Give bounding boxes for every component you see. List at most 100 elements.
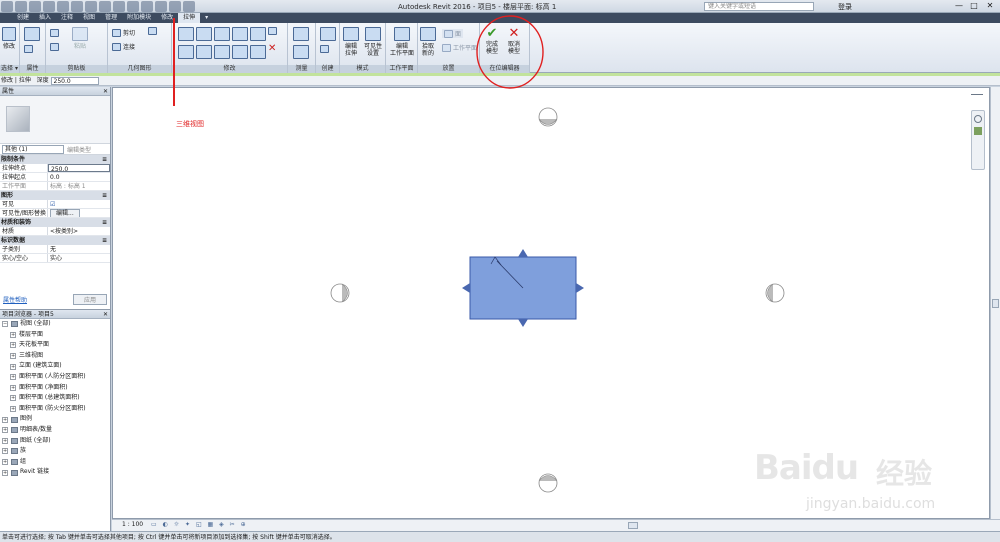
drag-arrow-bottom-icon[interactable] (518, 319, 528, 327)
redo-icon[interactable] (57, 1, 69, 12)
thin-lines-icon[interactable] (155, 1, 167, 12)
tab-manage[interactable]: 管理 (100, 13, 122, 23)
edit-extrusion-button[interactable]: 编辑 拉伸 (343, 27, 359, 57)
viewcube-icon[interactable] (971, 94, 983, 100)
browser-node[interactable]: + 族 (0, 446, 110, 457)
browser-node[interactable]: + 面积平面 (防火分区面积) (0, 404, 110, 415)
drag-arrow-left-icon[interactable] (462, 283, 470, 293)
join-geometry-button[interactable]: 连接 (112, 42, 135, 51)
section-icon[interactable] (141, 1, 153, 12)
browser-node[interactable]: + 图纸 (全部) (0, 436, 110, 447)
elevation-marker-north[interactable] (538, 107, 558, 127)
tab-view[interactable]: 视图 (78, 13, 100, 23)
geometry-extra-button[interactable] (148, 27, 157, 37)
browser-node[interactable]: − 视图 (全部) (0, 319, 110, 330)
split-button[interactable] (250, 27, 266, 43)
minimize-button[interactable]: — (952, 1, 966, 11)
align-button[interactable] (178, 27, 194, 43)
measure-icon[interactable] (85, 1, 97, 12)
copy-button[interactable] (50, 29, 59, 39)
prop-row[interactable]: 可见 ☑ (0, 200, 110, 209)
vertical-scroll-thumb[interactable] (992, 299, 999, 308)
prop-row[interactable]: 可见性/图形替换 编辑... (0, 209, 110, 218)
browser-node[interactable]: + 楼层平面 (0, 330, 110, 341)
view-controls-icons[interactable]: ▭ ◐ ☼ ✦ ◱ ▦ ◈ ✂ ⊕ (151, 519, 248, 531)
create-similar-button[interactable] (320, 45, 329, 55)
category-materials[interactable]: 材质和装饰 ≡ (0, 218, 110, 227)
expand-icon[interactable]: + (2, 427, 8, 434)
tab-extrusion[interactable]: 拉伸 (178, 13, 201, 23)
rotate-button[interactable] (214, 45, 230, 61)
prop-row[interactable]: 拉伸起点 0.0 (0, 173, 110, 182)
open-icon[interactable] (15, 1, 27, 12)
panel-label-select[interactable]: 选择 ▾ (0, 65, 19, 73)
cut-geometry-button[interactable]: 剪切 (112, 28, 135, 37)
edit-visibility-button[interactable]: 编辑... (50, 209, 80, 217)
tab-insert[interactable]: 插入 (34, 13, 56, 23)
browser-node[interactable]: + 立面 (建筑立面) (0, 361, 110, 372)
move-button[interactable] (178, 45, 194, 61)
properties-help-link[interactable]: 属性帮助 (3, 295, 27, 304)
app-menu-button[interactable] (0, 13, 12, 23)
workplane-place-button[interactable]: 工作平面 (442, 43, 477, 52)
expand-icon[interactable]: + (2, 437, 8, 444)
horizontal-scroll-thumb[interactable] (628, 522, 638, 529)
face-button[interactable]: 面 (442, 29, 464, 38)
copy-element-button[interactable] (196, 45, 212, 61)
category-identity[interactable]: 标识数据 ≡ (0, 236, 110, 245)
expand-icon[interactable]: + (10, 363, 16, 370)
prop-row[interactable]: 材质 <按类别> (0, 227, 110, 236)
prop-row[interactable]: 实心/空心 实心 (0, 254, 110, 263)
tab-annotate[interactable]: 注释 (56, 13, 78, 23)
elevation-marker-east[interactable] (765, 283, 785, 303)
category-constraints[interactable]: 限制条件 ≡ (0, 155, 110, 164)
tab-addins[interactable]: 附加模块 (122, 13, 156, 23)
close-button[interactable]: ✕ (983, 1, 997, 11)
paste-button[interactable]: 粘贴 (72, 27, 88, 50)
expand-icon[interactable]: + (10, 384, 16, 391)
expand-icon[interactable]: + (2, 448, 8, 455)
close-browser-icon[interactable]: ✕ (103, 310, 108, 319)
save-icon[interactable] (29, 1, 41, 12)
scale-control[interactable]: 1 : 100 (122, 521, 143, 528)
extrusion-sketch[interactable] (462, 249, 584, 327)
edit-type-button[interactable]: 编辑类型 (67, 145, 91, 154)
browser-node[interactable]: + 面积平面 (总建筑面积) (0, 393, 110, 404)
depth-input[interactable]: 250.0 (50, 77, 99, 85)
expand-icon[interactable]: + (10, 331, 16, 338)
drag-arrow-right-icon[interactable] (576, 283, 584, 293)
browser-node[interactable]: + 图例 (0, 414, 110, 425)
category-graphics[interactable]: 图形 ≡ (0, 191, 110, 200)
expand-icon[interactable]: + (2, 469, 8, 476)
text-icon[interactable] (113, 1, 125, 12)
expand-icon[interactable]: + (10, 406, 16, 413)
expand-icon[interactable]: + (10, 395, 16, 402)
drag-arrow-top-icon[interactable] (518, 249, 528, 257)
dimension-icon[interactable] (99, 1, 111, 12)
elevation-marker-south[interactable] (538, 473, 558, 493)
undo-icon[interactable] (43, 1, 55, 12)
apply-button[interactable]: 应用 (72, 293, 107, 305)
revit-logo-icon[interactable] (1, 1, 13, 12)
maximize-button[interactable]: □ (967, 1, 981, 11)
expand-icon[interactable]: + (2, 459, 8, 466)
expand-icon[interactable]: + (10, 374, 16, 381)
pick-new-button[interactable]: 拾取 新的 (420, 27, 436, 57)
print-icon[interactable] (71, 1, 83, 12)
navigation-bar[interactable] (971, 110, 985, 170)
trim-button[interactable] (232, 45, 248, 61)
delete-button[interactable]: ✕ (268, 44, 276, 54)
browser-node[interactable]: + 面积平面 (人防分区面积) (0, 372, 110, 383)
browser-node[interactable]: + 组 (0, 457, 110, 468)
tab-menu-toggle[interactable]: ▾ (200, 13, 213, 23)
offset-button[interactable] (196, 27, 212, 43)
expand-icon[interactable]: + (10, 342, 16, 349)
cut-button[interactable] (50, 43, 59, 53)
modify-button[interactable]: 修改 (2, 27, 16, 50)
3d-view-icon[interactable] (127, 1, 139, 12)
expand-icon[interactable]: + (2, 416, 8, 423)
dimension-button[interactable] (293, 45, 309, 61)
tab-create[interactable]: 创建 (12, 13, 34, 23)
prop-row[interactable]: 子类别无 (0, 245, 110, 254)
visibility-settings-button[interactable]: 可见性 设置 (364, 27, 382, 57)
